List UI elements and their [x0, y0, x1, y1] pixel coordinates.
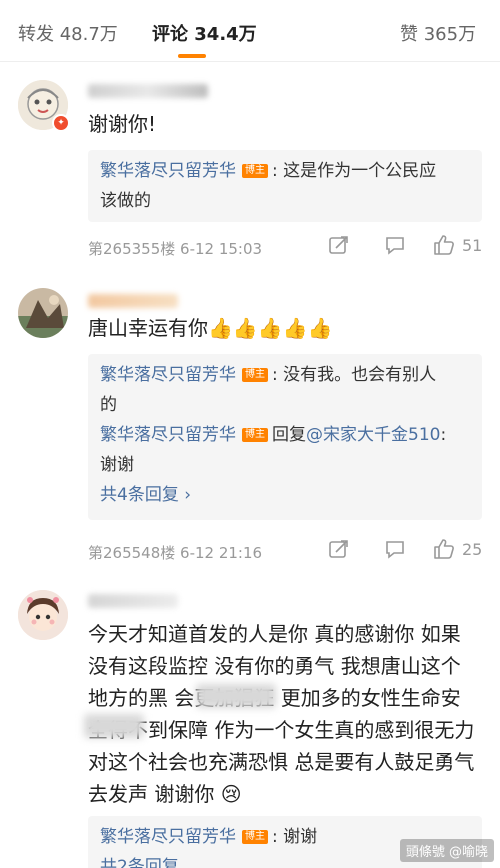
reply-text: : 谢谢: [272, 827, 318, 847]
comment-text: 唐山幸运有你👍👍👍👍👍: [88, 316, 333, 340]
username-redacted: [88, 594, 178, 608]
watermark: 頭條號 @喻晓: [399, 839, 494, 862]
reply-line: 繁华落尽只留芳华 博主 回复@宋家大千金510:谢谢: [100, 420, 450, 480]
comment-item: 今天才知道首发的人是你 真的感谢你 如果没有这段监控 没有你的勇气 我想唐山这个…: [0, 580, 500, 868]
reply-box[interactable]: 繁华落尽只留芳华 博主: 没有我。也会有别人的 繁华落尽只留芳华 博主 回复@宋家大千…: [88, 354, 482, 520]
reply-author[interactable]: 繁华落尽只留芳华: [100, 827, 236, 847]
comment-item: 唐山幸运有你👍👍👍👍👍 繁华落尽只留芳华 博主: 没有我。也会有别人的 繁华落尽只…: [0, 280, 500, 580]
reply-author[interactable]: 繁华落尽只留芳华: [100, 365, 236, 385]
like-count: 25: [462, 540, 483, 559]
comment-text: 今天才知道首发的人是你 真的感谢你 如果没有这段监控 没有你的勇气 我想唐山这个…: [88, 622, 475, 806]
username-redacted: [88, 294, 178, 308]
floor-time: 第265548楼 6-12 21:16: [88, 544, 263, 562]
host-badge: 博主: [242, 368, 268, 382]
tab-comment[interactable]: 评论 34.4万: [152, 20, 257, 46]
verified-badge-icon: ✦: [52, 114, 70, 132]
more-replies-link[interactable]: 共4条回复 ›: [100, 480, 470, 510]
avatar[interactable]: [18, 288, 68, 338]
redaction-blur: [84, 714, 144, 738]
comment-icon[interactable]: [384, 538, 406, 560]
comment-item: ✦ 谢谢你! 繁华落尽只留芳华 博主: 这是作为一个公民应该做的 第265355楼…: [0, 62, 500, 280]
comment-text: 谢谢你!: [88, 112, 157, 136]
tab-like[interactable]: 赞 365万: [400, 20, 476, 46]
reply-mention[interactable]: @宋家大千金510: [306, 425, 440, 445]
reply-line: 繁华落尽只留芳华 博主: 没有我。也会有别人的: [100, 360, 450, 420]
reply-line: 繁华落尽只留芳华 博主: 这是作为一个公民应该做的: [100, 156, 440, 216]
redaction-blur: [196, 684, 276, 708]
like-icon[interactable]: [432, 537, 456, 561]
host-badge: 博主: [242, 428, 268, 442]
tab-repost[interactable]: 转发 48.7万: [18, 20, 118, 46]
reply-prefix: 回复: [272, 425, 306, 445]
like-count: 51: [462, 236, 483, 255]
reply-author[interactable]: 繁华落尽只留芳华: [100, 161, 236, 181]
reply-box[interactable]: 繁华落尽只留芳华 博主: 这是作为一个公民应该做的: [88, 150, 482, 222]
reply-author[interactable]: 繁华落尽只留芳华: [100, 425, 236, 445]
share-icon[interactable]: [328, 234, 350, 256]
comment-tabs: 转发 48.7万 评论 34.4万 赞 365万: [0, 0, 500, 62]
host-badge: 博主: [242, 830, 268, 844]
comment-icon[interactable]: [384, 234, 406, 256]
host-badge: 博主: [242, 164, 268, 178]
username-redacted: [88, 84, 208, 98]
share-icon[interactable]: [328, 538, 350, 560]
avatar[interactable]: [18, 590, 68, 640]
like-icon[interactable]: [432, 233, 456, 257]
active-tab-indicator: [178, 54, 206, 58]
floor-time: 第265355楼 6-12 15:03: [88, 240, 263, 258]
